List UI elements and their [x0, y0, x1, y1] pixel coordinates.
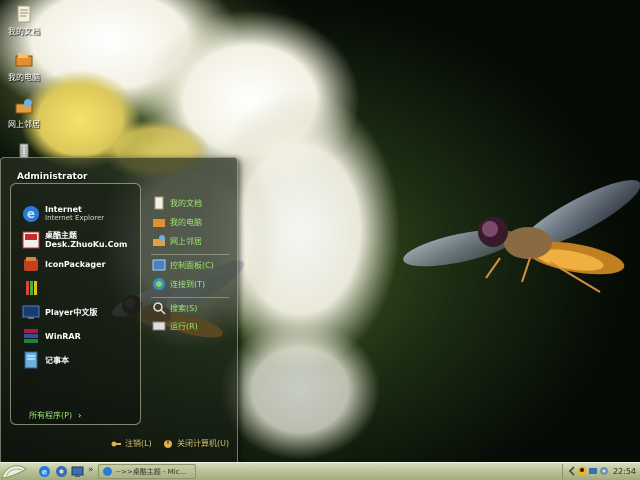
svg-text:e: e [27, 207, 35, 221]
program-subtitle: Internet Explorer [45, 214, 105, 222]
shutdown-button[interactable]: 关闭计算机(U) [163, 438, 229, 449]
start-button[interactable] [0, 463, 28, 480]
winrar-icon [24, 329, 38, 343]
place-label: 我的文档 [170, 198, 202, 208]
place-my-documents[interactable]: 我的文档 [152, 195, 202, 211]
place-network[interactable]: 网上邻居 [152, 233, 202, 249]
power-icon [164, 439, 172, 448]
desktop-icon-label: 我的文档 [8, 27, 40, 36]
place-control-panel[interactable]: 控制面板(C) [152, 257, 214, 273]
quicklaunch-desktop-icon[interactable] [71, 465, 84, 478]
clock[interactable]: 22:54 [613, 467, 636, 476]
program-title: WinRAR [45, 331, 81, 341]
svg-text:e: e [42, 468, 48, 477]
program-title: Internet [45, 205, 82, 214]
desktop-icon-label: 网上邻居 [8, 120, 40, 129]
menu-separator [151, 254, 229, 255]
program-paint[interactable] [21, 277, 41, 299]
taskbar: e » -->>桌酷主题 - Mic... 22:54 [0, 462, 640, 480]
program-title: Player中文版 [45, 307, 98, 317]
my-documents-icon [17, 5, 31, 23]
logoff-button[interactable]: 注销(L) [111, 438, 152, 449]
desktop-icon-network-places[interactable]: 网上邻居 [2, 97, 46, 130]
program-notepad[interactable]: 记事本 [21, 349, 69, 371]
quicklaunch-ie-icon[interactable]: e [38, 465, 51, 478]
user-name: Administrator [17, 172, 88, 182]
zhuoku-theme-icon [22, 231, 40, 249]
system-tray: 22:54 [562, 464, 640, 479]
menu-separator [151, 297, 229, 298]
network-icon[interactable] [588, 466, 598, 476]
all-programs-label: 所有程序(P) [29, 411, 73, 420]
program-zhuoku-theme[interactable]: 桌酷主题 Desk.ZhuoKu.Com [21, 229, 127, 251]
place-run[interactable]: 运行(R) [152, 318, 198, 334]
place-search[interactable]: 搜索(S) [152, 300, 197, 316]
program-iconpackager[interactable]: IconPackager [21, 253, 106, 275]
quicklaunch-media-icon[interactable] [55, 465, 68, 478]
place-label: 搜索(S) [170, 303, 198, 313]
quicklaunch-chevron-icon[interactable]: » [88, 465, 94, 475]
pinned-programs-pane: e Internet Internet Explorer 桌酷主题 Desk.Z… [10, 183, 141, 425]
chevron-left-icon[interactable] [567, 466, 577, 476]
my-computer-icon [153, 219, 165, 227]
run-icon [152, 321, 166, 331]
notepad-icon [24, 351, 38, 369]
desktop-icon-label: 我的电脑 [8, 73, 40, 82]
my-computer-icon [15, 53, 33, 67]
all-programs-button[interactable]: 所有程序(P) › [29, 410, 81, 421]
chevron-right-icon: › [78, 411, 82, 420]
desktop-icon-my-documents[interactable]: 我的文档 [2, 4, 46, 37]
taskbar-window-button[interactable]: -->>桌酷主题 - Mic... [98, 464, 196, 479]
paint-icon [26, 281, 37, 295]
search-icon [153, 302, 166, 315]
place-label: 控制面板(C) [170, 260, 214, 270]
place-connect-to[interactable]: 连接到(T) [152, 276, 205, 292]
network-places-icon [153, 235, 165, 246]
place-label: 运行(R) [170, 321, 198, 331]
ie-window-icon [103, 467, 112, 476]
my-documents-icon [154, 196, 164, 210]
shutdown-label: 关闭计算机(U) [177, 439, 230, 448]
place-my-computer[interactable]: 我的电脑 [152, 214, 202, 230]
qq-icon[interactable] [577, 466, 587, 476]
internet-explorer-icon: e [23, 206, 39, 222]
key-icon [111, 441, 121, 446]
start-menu: Administrator e Internet Internet Explor… [0, 157, 238, 463]
connect-to-icon [153, 278, 165, 290]
place-label: 连接到(T) [170, 279, 206, 289]
network-places-icon [15, 99, 33, 114]
taskbar-window-label: -->>桌酷主题 - Mic... [116, 467, 187, 476]
program-title: 记事本 [45, 355, 69, 365]
place-label: 网上邻居 [170, 236, 202, 246]
program-winrar[interactable]: WinRAR [21, 325, 81, 347]
volume-icon[interactable] [599, 466, 609, 476]
program-internet-explorer[interactable]: e Internet Internet Explorer [21, 203, 104, 225]
program-subtitle: Desk.ZhuoKu.Com [45, 240, 128, 249]
control-panel-icon [152, 259, 166, 271]
desktop-icon-my-computer[interactable]: 我的电脑 [2, 50, 46, 83]
iconpackager-icon [24, 257, 38, 271]
program-media-player[interactable]: Player中文版 [21, 301, 97, 323]
place-label: 我的电脑 [170, 217, 202, 227]
logoff-label: 注销(L) [125, 439, 152, 448]
media-player-icon [22, 305, 40, 319]
program-title: 桌酷主题 [45, 231, 77, 240]
program-title: IconPackager [45, 259, 106, 269]
